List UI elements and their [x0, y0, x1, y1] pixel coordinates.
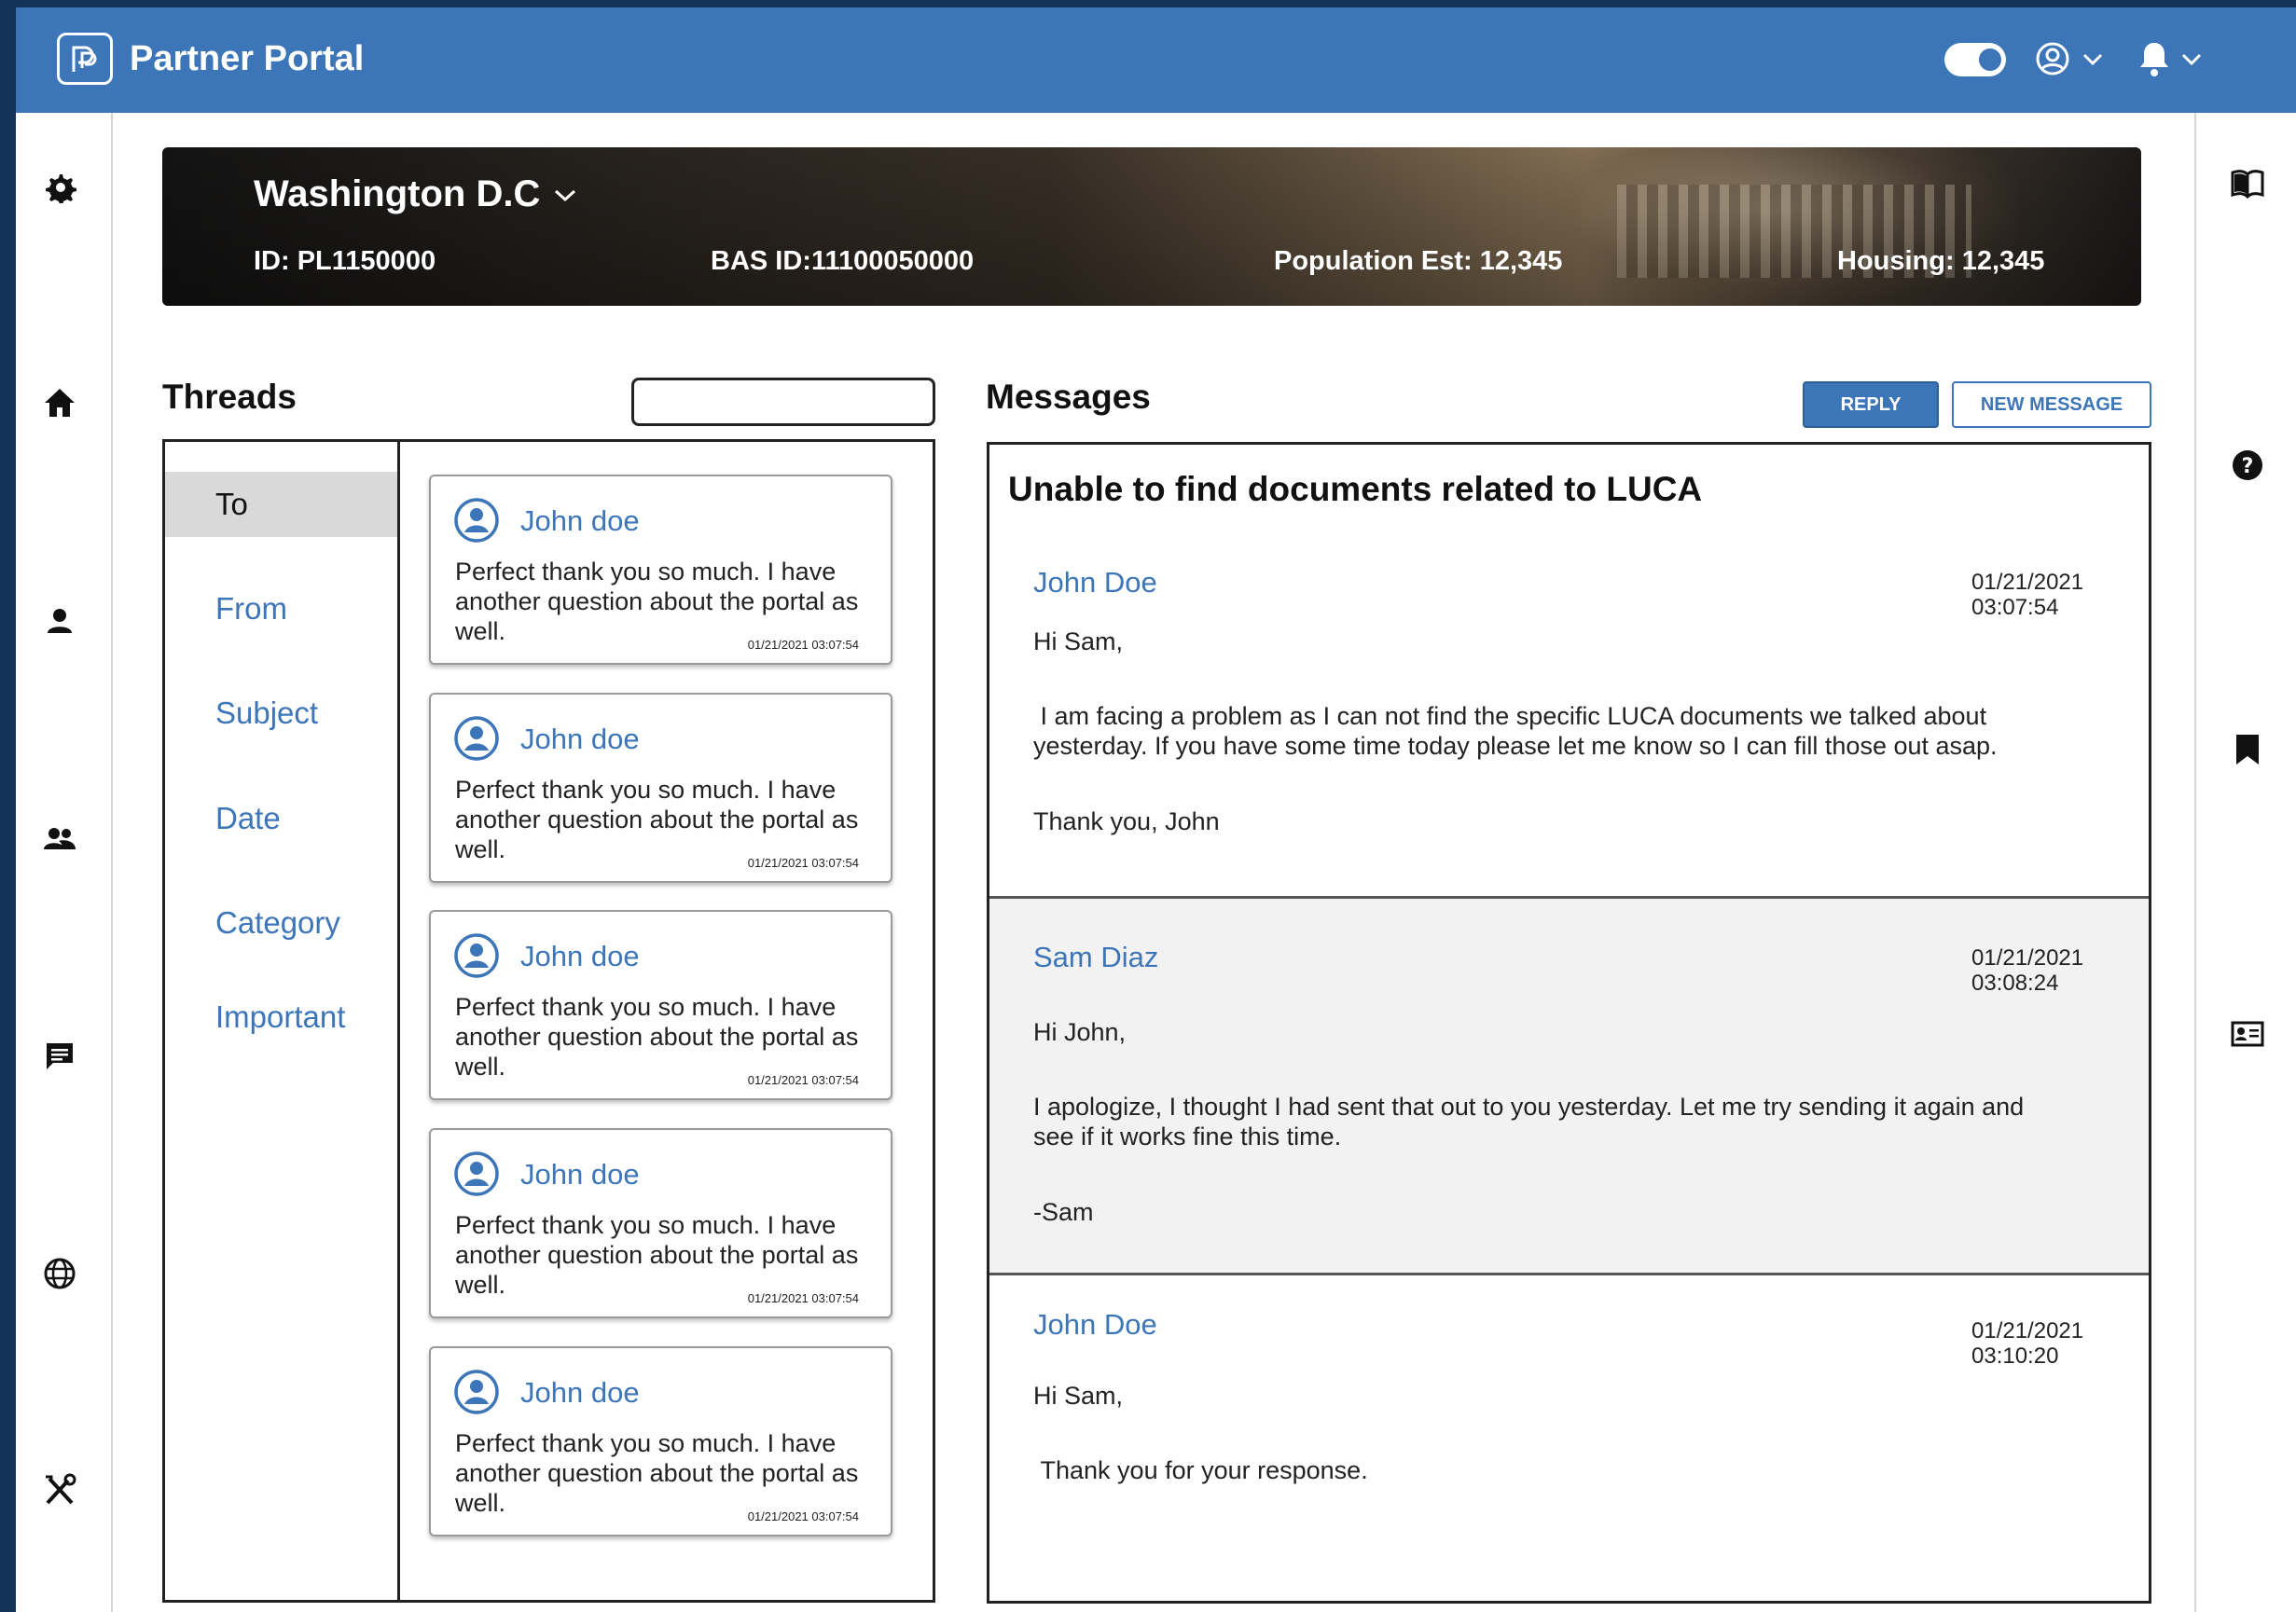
app-window: Partner Portal ? Washington D.C ID: PL11… — [16, 7, 2296, 1612]
message-author: John Doe — [1033, 1308, 1157, 1341]
message-date: 01/21/2021 03:07:54 — [1971, 570, 2083, 620]
book-icon[interactable] — [2229, 165, 2266, 202]
message-line: Hi John, — [1033, 1018, 1127, 1046]
avatar-icon — [454, 1151, 499, 1196]
filter-to[interactable]: To — [165, 472, 397, 537]
filter-subject[interactable]: Subject — [165, 681, 397, 746]
message-time-value: 03:08:24 — [1971, 971, 2059, 996]
notifications-menu[interactable] — [2137, 35, 2204, 82]
message-item: John Doe 01/21/2021 03:07:54 Hi Sam, I a… — [989, 538, 2149, 911]
thread-card[interactable]: John doe Perfect thank you so much. I ha… — [429, 910, 892, 1100]
logo-icon — [72, 46, 97, 72]
contact-card-icon[interactable] — [2229, 1015, 2266, 1053]
chat-icon[interactable] — [41, 1038, 78, 1075]
thread-card[interactable]: John doe Perfect thank you so much. I ha… — [429, 693, 892, 883]
avatar-icon — [454, 498, 499, 543]
location-selector[interactable]: Washington D.C — [254, 173, 577, 215]
chevron-down-icon — [2181, 53, 2202, 66]
message-subject: Unable to find documents related to LUCA — [1008, 470, 1703, 508]
toggle-knob — [1979, 48, 2001, 71]
filter-important[interactable]: Important — [165, 985, 397, 1050]
filter-from[interactable]: From — [165, 576, 397, 641]
message-time-value: 03:10:20 — [1971, 1343, 2059, 1369]
message-line: I apologize, I thought I had sent that o… — [1033, 1093, 2025, 1150]
thread-filters: To From Subject Date Category Important — [165, 442, 400, 1600]
bas-id: BAS ID:11100050000 — [711, 246, 975, 276]
population-estimate: Population Est: 12,345 — [1274, 246, 1563, 276]
message-date: 01/21/2021 03:10:20 — [1971, 1318, 2083, 1369]
avatar-icon — [454, 716, 499, 761]
message-time-value: 03:07:54 — [1971, 595, 2059, 620]
message-date-value: 01/21/2021 — [1971, 945, 2084, 971]
user-menu[interactable] — [2034, 35, 2105, 82]
message-line: Hi Sam, — [1033, 1382, 1124, 1410]
thread-timestamp: 01/21/2021 03:07:54 — [747, 638, 859, 652]
thread-card[interactable]: John doe Perfect thank you so much. I ha… — [429, 1346, 892, 1536]
message-author: Sam Diaz — [1033, 941, 1159, 973]
message-item: Sam Diaz 01/21/2021 03:08:24 Hi John, I … — [989, 896, 2149, 1273]
message-line: I am facing a problem as I can not find … — [1033, 702, 1998, 760]
gear-icon[interactable] — [41, 168, 78, 205]
user-circle-icon — [2036, 42, 2069, 76]
location-banner: Washington D.C ID: PL1150000 BAS ID:1110… — [162, 147, 2141, 306]
thread-sender: John doe — [520, 504, 640, 537]
thread-preview: Perfect thank you so much. I have anothe… — [455, 776, 859, 863]
message-line: -Sam — [1033, 1198, 1094, 1226]
thread-timestamp: 01/21/2021 03:07:54 — [747, 856, 859, 870]
thread-sender: John doe — [520, 1158, 640, 1191]
svg-text:?: ? — [2242, 455, 2254, 478]
housing-count: Housing: 12,345 — [1837, 246, 2045, 276]
home-icon[interactable] — [41, 384, 78, 421]
help-icon[interactable]: ? — [2229, 447, 2266, 484]
person-icon[interactable] — [41, 602, 78, 640]
messages-title: Messages — [986, 378, 1151, 416]
globe-icon[interactable] — [41, 1255, 78, 1292]
thread-preview: Perfect thank you so much. I have anothe… — [455, 1211, 859, 1299]
filter-date[interactable]: Date — [165, 786, 397, 851]
thread-preview: Perfect thank you so much. I have anothe… — [455, 993, 859, 1081]
banner-shade — [162, 147, 2141, 306]
thread-preview: Perfect thank you so much. I have anothe… — [455, 558, 859, 645]
avatar-icon — [454, 1370, 499, 1414]
message-item: John Doe 01/21/2021 03:10:20 Hi Sam, Tha… — [989, 1273, 2149, 1601]
thread-card[interactable]: John doe Perfect thank you so much. I ha… — [429, 475, 892, 665]
message-date-value: 01/21/2021 — [1971, 570, 2084, 595]
message-author: John Doe — [1033, 566, 1157, 599]
message-line: Thank you, John — [1033, 807, 1220, 835]
right-sidebar: ? — [2194, 113, 2296, 1612]
thread-preview: Perfect thank you so much. I have anothe… — [455, 1429, 859, 1517]
partner-portal-logo[interactable] — [57, 33, 113, 85]
thread-sender: John doe — [520, 1376, 640, 1409]
message-thread-panel: Unable to find documents related to LUCA… — [987, 442, 2151, 1604]
threads-title: Threads — [162, 378, 297, 416]
partner-id: ID: PL1150000 — [254, 246, 436, 276]
filter-category[interactable]: Category — [165, 890, 397, 956]
message-line: Hi Sam, — [1033, 627, 1124, 655]
avatar-icon — [454, 933, 499, 978]
thread-timestamp: 01/21/2021 03:07:54 — [747, 1509, 859, 1523]
message-line: Thank you for your response. — [1033, 1456, 1368, 1484]
chevron-down-icon — [2082, 53, 2103, 66]
top-bar: Partner Portal — [16, 7, 2296, 113]
thread-card[interactable]: John doe Perfect thank you so much. I ha… — [429, 1128, 892, 1318]
tools-icon[interactable] — [41, 1472, 78, 1509]
message-date: 01/21/2021 03:08:24 — [1971, 945, 2083, 996]
bell-icon — [2140, 43, 2168, 76]
thread-timestamp: 01/21/2021 03:07:54 — [747, 1073, 859, 1087]
toggle-switch[interactable] — [1944, 43, 2006, 76]
new-message-button[interactable]: NEW MESSAGE — [1952, 381, 2151, 428]
location-name: Washington D.C — [254, 173, 541, 214]
left-sidebar — [16, 113, 113, 1612]
threads-panel: To From Subject Date Category Important … — [162, 439, 935, 1603]
reply-button[interactable]: REPLY — [1803, 381, 1939, 428]
app-title: Partner Portal — [130, 39, 365, 78]
bookmark-icon[interactable] — [2229, 731, 2266, 768]
chevron-down-icon — [555, 189, 576, 201]
thread-timestamp: 01/21/2021 03:07:54 — [747, 1291, 859, 1305]
message-date-value: 01/21/2021 — [1971, 1318, 2084, 1343]
thread-sender: John doe — [520, 940, 640, 972]
group-icon[interactable] — [41, 820, 78, 857]
thread-search-input[interactable] — [631, 378, 935, 426]
thread-sender: John doe — [520, 723, 640, 755]
